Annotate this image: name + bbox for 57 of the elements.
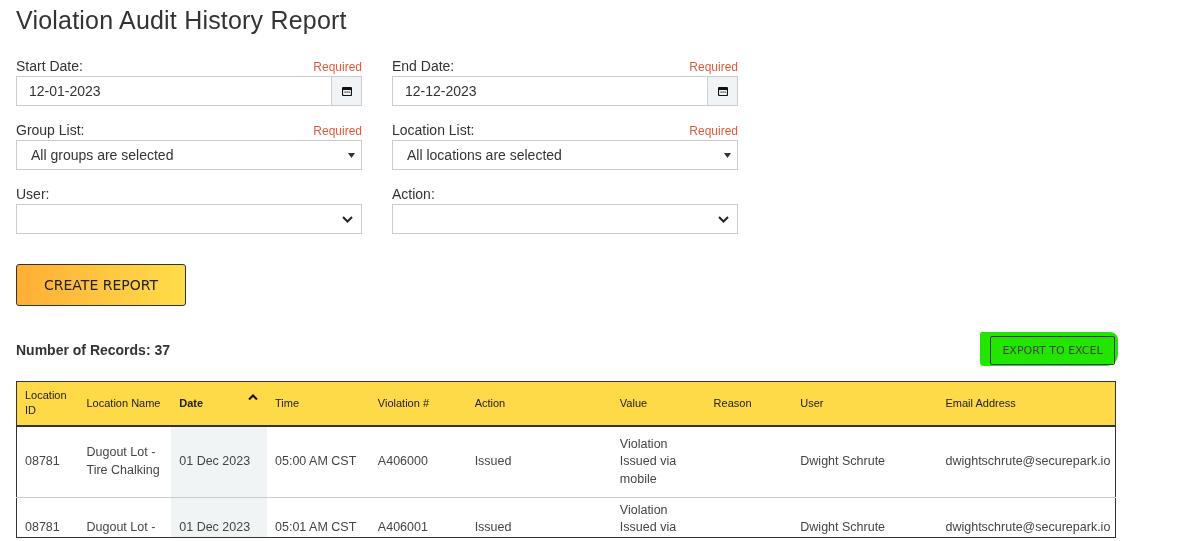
table-cell: A406000: [369, 425, 467, 498]
page-title: Violation Audit History Report: [16, 6, 348, 35]
table-cell: dwightschrute@securepark.io: [937, 497, 1116, 538]
dropdown-value: All groups are selected: [31, 147, 174, 163]
dropdown-arrow-icon: [348, 152, 355, 158]
table-cell: Dugout Lot -: [78, 497, 172, 538]
required-note: Required: [313, 124, 362, 138]
calendar-button[interactable]: [708, 76, 738, 106]
column-header[interactable]: Date: [171, 381, 268, 426]
record-count: Number of Records: 37: [16, 342, 171, 358]
calendar-button[interactable]: [332, 76, 362, 106]
calendar-icon: [717, 86, 728, 96]
table-cell: 05:00 AM CST: [267, 425, 370, 498]
field-label: User:: [16, 186, 50, 202]
column-header[interactable]: Reason: [705, 381, 793, 426]
column-header[interactable]: Location Name: [78, 381, 172, 426]
dropdown-value: All locations are selected: [407, 147, 562, 163]
table-cell: Dugout Lot - Tire Chalking: [78, 425, 172, 498]
chevron-down-icon: [718, 215, 729, 223]
create-report-button[interactable]: CREATE REPORT: [16, 264, 186, 306]
date-field[interactable]: 12-01-2023: [16, 76, 332, 106]
table-cell: 01 Dec 2023: [171, 497, 268, 538]
table-cell: Issued: [466, 497, 612, 538]
column-header[interactable]: Violation #: [369, 381, 467, 426]
table-cell: 05:01 AM CST: [267, 497, 370, 538]
export-button[interactable]: EXPORT TO EXCEL: [990, 335, 1115, 365]
table-cell: Violation Issued via: [611, 497, 706, 538]
table-cell: Violation Issued via mobile: [611, 425, 706, 498]
column-header[interactable]: Action: [466, 381, 612, 426]
date-field[interactable]: 12-12-2023: [392, 76, 708, 106]
column-header[interactable]: Location ID: [16, 381, 79, 426]
chevron-down-icon: [342, 215, 353, 223]
sort-up-icon: [248, 394, 259, 400]
table-cell: A406001: [369, 497, 467, 538]
dropdown[interactable]: All groups are selected: [16, 140, 362, 170]
dropdown-arrow-icon: [724, 152, 731, 158]
table-cell: 08781: [16, 497, 79, 538]
table-cell: 08781: [16, 425, 79, 498]
required-note: Required: [313, 60, 362, 74]
column-header[interactable]: Email Address: [937, 381, 1116, 426]
dropdown[interactable]: All locations are selected: [392, 140, 738, 170]
field-label: Start Date:: [16, 58, 83, 74]
field-label: Location List:: [392, 122, 475, 138]
field-label: End Date:: [392, 58, 455, 74]
field-label: Action:: [392, 186, 435, 202]
table-cell: Dwight Schrute: [792, 425, 938, 498]
column-header[interactable]: Value: [611, 381, 706, 426]
calendar-icon: [341, 86, 352, 96]
required-note: Required: [689, 124, 738, 138]
field-label: Group List:: [16, 122, 85, 138]
column-header[interactable]: Time: [267, 381, 370, 426]
table-cell: 01 Dec 2023: [171, 425, 268, 498]
table-cell: Issued: [466, 425, 612, 498]
column-header[interactable]: User: [792, 381, 938, 426]
table-cell: dwightschrute@securepark.io: [937, 425, 1116, 498]
required-note: Required: [689, 60, 738, 74]
table-cell: Dwight Schrute: [792, 497, 938, 538]
